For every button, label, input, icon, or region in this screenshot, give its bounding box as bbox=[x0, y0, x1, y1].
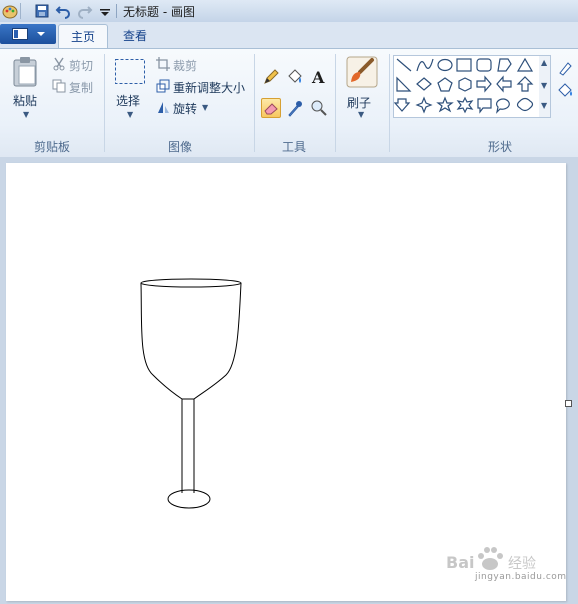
cut-icon bbox=[53, 57, 65, 71]
crop-button[interactable]: 裁剪 bbox=[156, 56, 216, 74]
shapes-scrollbar[interactable]: ▲ ▼ ▼ bbox=[539, 55, 551, 118]
paste-dropdown-arrow[interactable]: ▼ bbox=[23, 110, 29, 119]
shapes-gallery[interactable] bbox=[393, 55, 541, 118]
title-separator bbox=[116, 4, 117, 18]
shapes-expand-arrow[interactable]: ▼ bbox=[541, 101, 547, 110]
resize-label: 重新调整大小 bbox=[173, 81, 246, 95]
brushes-button[interactable]: 刷子 ▼ bbox=[340, 54, 384, 124]
group-separator bbox=[104, 54, 105, 152]
select-button[interactable]: 选择 ▼ bbox=[110, 56, 150, 126]
svg-text:A: A bbox=[311, 68, 325, 87]
paint-app-icon[interactable] bbox=[2, 3, 18, 19]
menu-icon bbox=[12, 28, 28, 40]
group-separator bbox=[335, 54, 336, 152]
canvas-resize-handle[interactable] bbox=[565, 400, 572, 407]
crop-icon bbox=[156, 57, 170, 71]
scroll-down-arrow[interactable]: ▼ bbox=[541, 81, 547, 90]
watermark-url: jingyan.baidu.com bbox=[475, 572, 567, 582]
brushes-dropdown-arrow[interactable]: ▼ bbox=[358, 110, 364, 119]
svg-text:Bai: Bai bbox=[446, 553, 474, 572]
paste-label: 粘贴 bbox=[13, 94, 38, 108]
rotate-dropdown-arrow[interactable]: ▼ bbox=[202, 103, 208, 112]
redo-icon[interactable] bbox=[77, 3, 93, 19]
copy-label: 复制 bbox=[69, 81, 94, 95]
eraser-tool-button[interactable] bbox=[261, 98, 281, 118]
image-group-label: 图像 bbox=[167, 140, 192, 154]
group-separator bbox=[389, 54, 390, 152]
eraser-icon bbox=[264, 103, 278, 115]
tools-group-label: 工具 bbox=[281, 140, 306, 154]
resize-button[interactable]: 重新调整大小 bbox=[156, 78, 250, 96]
text-icon[interactable]: A bbox=[309, 67, 329, 87]
group-separator bbox=[254, 54, 255, 152]
paste-icon bbox=[13, 57, 37, 87]
crop-label: 裁剪 bbox=[173, 59, 198, 73]
fill-icon[interactable] bbox=[285, 67, 305, 87]
resize-icon bbox=[156, 79, 170, 93]
tab-view[interactable]: 查看 bbox=[110, 24, 160, 48]
paint-menu-button[interactable] bbox=[0, 24, 56, 44]
qa-separator bbox=[20, 3, 21, 19]
paste-button[interactable]: 粘贴 ▼ bbox=[6, 54, 46, 124]
color-picker-icon[interactable] bbox=[285, 98, 305, 118]
rotate-icon bbox=[158, 102, 169, 113]
outline-icon[interactable] bbox=[556, 58, 576, 78]
copy-icon bbox=[52, 79, 66, 93]
brushes-label: 刷子 bbox=[347, 96, 372, 110]
select-icon bbox=[115, 59, 145, 84]
select-label: 选择 bbox=[116, 94, 141, 108]
cut-label: 剪切 bbox=[69, 59, 94, 73]
save-icon[interactable] bbox=[34, 3, 50, 19]
customize-icon[interactable] bbox=[97, 3, 113, 19]
scroll-up-arrow[interactable]: ▲ bbox=[541, 58, 547, 67]
shape-fill-icon[interactable] bbox=[556, 80, 576, 100]
tab-home[interactable]: 主页 bbox=[58, 24, 108, 49]
shapes-group-label: 形状 bbox=[487, 140, 512, 154]
svg-text:经验: 经验 bbox=[508, 556, 536, 572]
cut-button[interactable]: 剪切 bbox=[52, 56, 100, 74]
select-dropdown-arrow[interactable]: ▼ bbox=[127, 110, 133, 119]
copy-button[interactable]: 复制 bbox=[52, 78, 100, 96]
magnifier-icon[interactable] bbox=[309, 98, 329, 118]
window-title: 无标题 - 画图 bbox=[123, 5, 195, 19]
clipboard-group-label: 剪贴板 bbox=[33, 140, 70, 154]
undo-icon[interactable] bbox=[55, 3, 71, 19]
pencil-icon[interactable] bbox=[261, 67, 281, 87]
rotate-label: 旋转 bbox=[173, 102, 198, 116]
chevron-down-icon bbox=[37, 32, 45, 36]
rotate-button[interactable]: 旋转 ▼ bbox=[156, 99, 216, 117]
brush-icon bbox=[346, 56, 378, 88]
shapes-gallery-icons bbox=[393, 57, 534, 114]
